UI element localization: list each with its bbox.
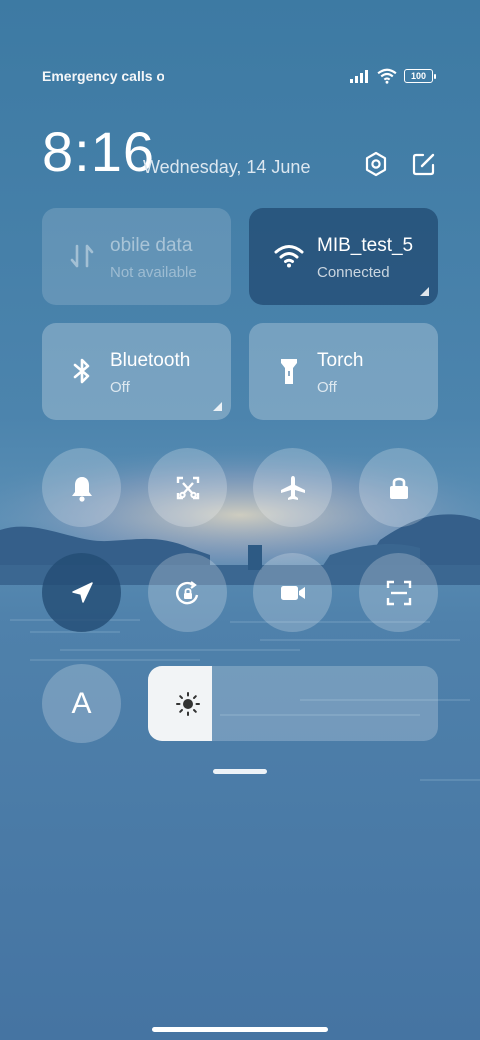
torch-tile[interactable]: Torch Off <box>249 323 438 420</box>
screenshot-button[interactable] <box>148 448 227 527</box>
brightness-icon <box>176 692 200 716</box>
screenshot-icon <box>176 476 199 499</box>
rotation-lock-icon <box>175 580 198 604</box>
bell-icon <box>71 476 92 502</box>
location-icon <box>71 581 93 603</box>
auto-brightness-label: A <box>71 686 92 720</box>
tile-status: Off <box>317 379 337 396</box>
signal-icon <box>350 70 368 83</box>
status-text: Emergency calls o <box>42 68 164 84</box>
brightness-fill[interactable] <box>148 666 212 741</box>
rotation-lock-button[interactable] <box>148 553 227 632</box>
clock-time[interactable]: 8:16 <box>42 122 155 182</box>
location-button[interactable] <box>42 553 121 632</box>
auto-brightness-button[interactable]: A <box>42 664 121 743</box>
edit-icon[interactable] <box>410 150 438 178</box>
bluetooth-icon <box>73 358 90 384</box>
wifi-icon <box>377 68 397 84</box>
tile-title: Torch <box>317 350 364 371</box>
wifi-tile[interactable]: MIB_test_5 Connected <box>249 208 438 305</box>
settings-icon[interactable] <box>362 150 390 178</box>
scanner-button[interactable] <box>359 553 438 632</box>
scanner-icon <box>386 580 411 605</box>
status-icons: 100 <box>350 68 438 84</box>
panel-drag-handle[interactable] <box>213 769 267 774</box>
tile-title: obile data <box>110 235 193 256</box>
airplane-icon <box>280 475 305 500</box>
tile-status: Off <box>110 379 130 396</box>
bluetooth-tile[interactable]: Bluetooth Off <box>42 323 231 420</box>
mobile-data-icon <box>70 244 94 268</box>
expand-corner-icon[interactable] <box>213 402 222 411</box>
battery-indicator: 100 <box>404 69 436 83</box>
lock-screen-button[interactable] <box>359 448 438 527</box>
video-icon <box>280 585 305 600</box>
mobile-data-tile[interactable]: obile data Not available <box>42 208 231 305</box>
tile-status: Connected <box>317 264 390 281</box>
tile-title: Bluetooth <box>110 350 191 371</box>
lock-icon <box>389 477 408 499</box>
torch-icon <box>281 359 297 384</box>
tile-status: Not available <box>110 264 197 281</box>
tile-title: MIB_test_5 <box>317 235 414 256</box>
brightness-slider[interactable] <box>148 666 438 741</box>
expand-corner-icon[interactable] <box>420 287 429 296</box>
ring-mode-button[interactable] <box>42 448 121 527</box>
wifi-icon <box>274 245 304 268</box>
airplane-mode-button[interactable] <box>253 448 332 527</box>
home-indicator[interactable] <box>152 1027 328 1032</box>
screen-recorder-button[interactable] <box>253 553 332 632</box>
clock-date[interactable]: Wednesday, 14 June <box>143 157 310 178</box>
